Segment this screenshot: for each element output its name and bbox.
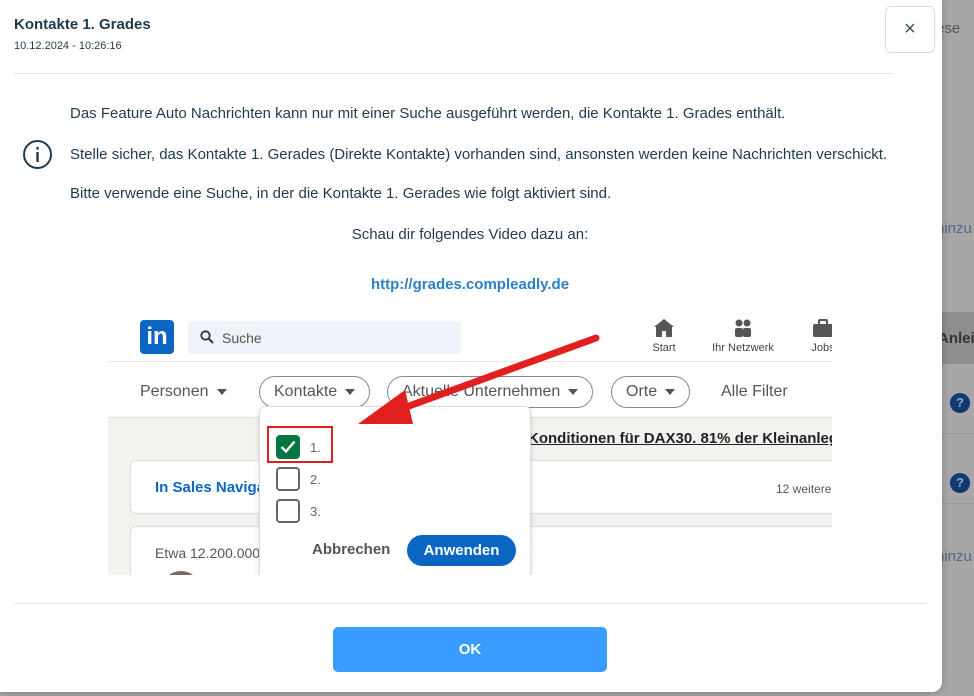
filter-label: Orte [626,383,658,400]
apply-label: Anwenden [407,535,516,566]
cancel-label: Abbrechen [312,541,391,558]
help-icon: ? [950,473,970,493]
modal-dialog: Kontakte 1. Grades 10.12.2024 - 10:26:16… [0,0,942,692]
search-icon [200,330,214,344]
briefcase-icon [813,319,832,337]
info-icon [23,140,52,169]
close-button[interactable]: × [885,6,935,53]
filter-label: Personen [140,383,209,400]
results-count: Etwa 12.200.000 [155,545,261,561]
linkedin-header: in Suche Start Ihr Netzwerk Jobs [108,310,832,362]
caret-down-icon [345,389,356,395]
avatar [161,571,201,575]
filter-personen: Personen [140,376,227,408]
filter-label: Alle Filter [721,383,788,400]
modal-title: Kontakte 1. Grades [14,16,151,33]
ok-button[interactable]: OK [333,627,607,672]
close-icon: × [904,18,916,40]
message-line: Bitte verwende eine Suche, in der die Ko… [70,185,612,202]
filter-kontakte: Kontakte [259,376,371,408]
option-label: 3. [310,503,321,519]
option-label: 2. [310,471,321,487]
message-line: Stelle sicher, das Kontakte 1. Gerades (… [70,146,888,163]
nav-jobs: Jobs [783,318,832,354]
caret-down-icon [665,389,676,395]
checkbox [276,499,300,523]
divider [14,73,894,74]
option-3: 3. [276,499,321,523]
search-placeholder: Suche [222,330,262,346]
checkbox [276,467,300,491]
modal-timestamp: 10.12.2024 - 10:26:16 [14,40,122,52]
message-line: Das Feature Auto Nachrichten kann nur mi… [70,105,786,122]
linkedin-search: Suche [188,321,461,354]
nav-home: Start [624,318,704,354]
help-icon: ? [950,393,970,413]
nav-label: Jobs [811,342,832,354]
card-more: 12 weitere [776,482,832,496]
divider [14,603,926,604]
home-icon [654,319,674,337]
network-icon [735,319,751,337]
nav-label: Ihr Netzwerk [712,342,774,354]
kontakte-dropdown: 1. 2. 3. Abbrechen Anwenden [259,406,531,575]
filter-unternehmen: Aktuelle Unternehmen [387,376,594,408]
nav-network: Ihr Netzwerk [703,318,783,354]
filter-label: Aktuelle Unternehmen [402,383,561,400]
nav-label: Start [652,342,676,354]
filter-label: Kontakte [274,383,338,400]
instruction-screenshot: in Suche Start Ihr Netzwerk Jobs Persone… [108,310,832,575]
caret-down-icon [216,389,227,395]
caret-down-icon [568,389,579,395]
option-2: 2. [276,467,321,491]
video-hint: Schau dir folgendes Video dazu an: [351,226,589,243]
ad-text: Konditionen für DAX30. 81% der Kleinanle… [528,430,832,447]
filter-alle: Alle Filter [721,376,788,408]
linkedin-logo: in [140,320,174,354]
card-title: In Sales Naviga [155,479,266,496]
highlight-box [267,426,333,463]
filter-orte: Orte [611,376,691,408]
video-link[interactable]: http://grades.compleadly.de [0,276,940,293]
